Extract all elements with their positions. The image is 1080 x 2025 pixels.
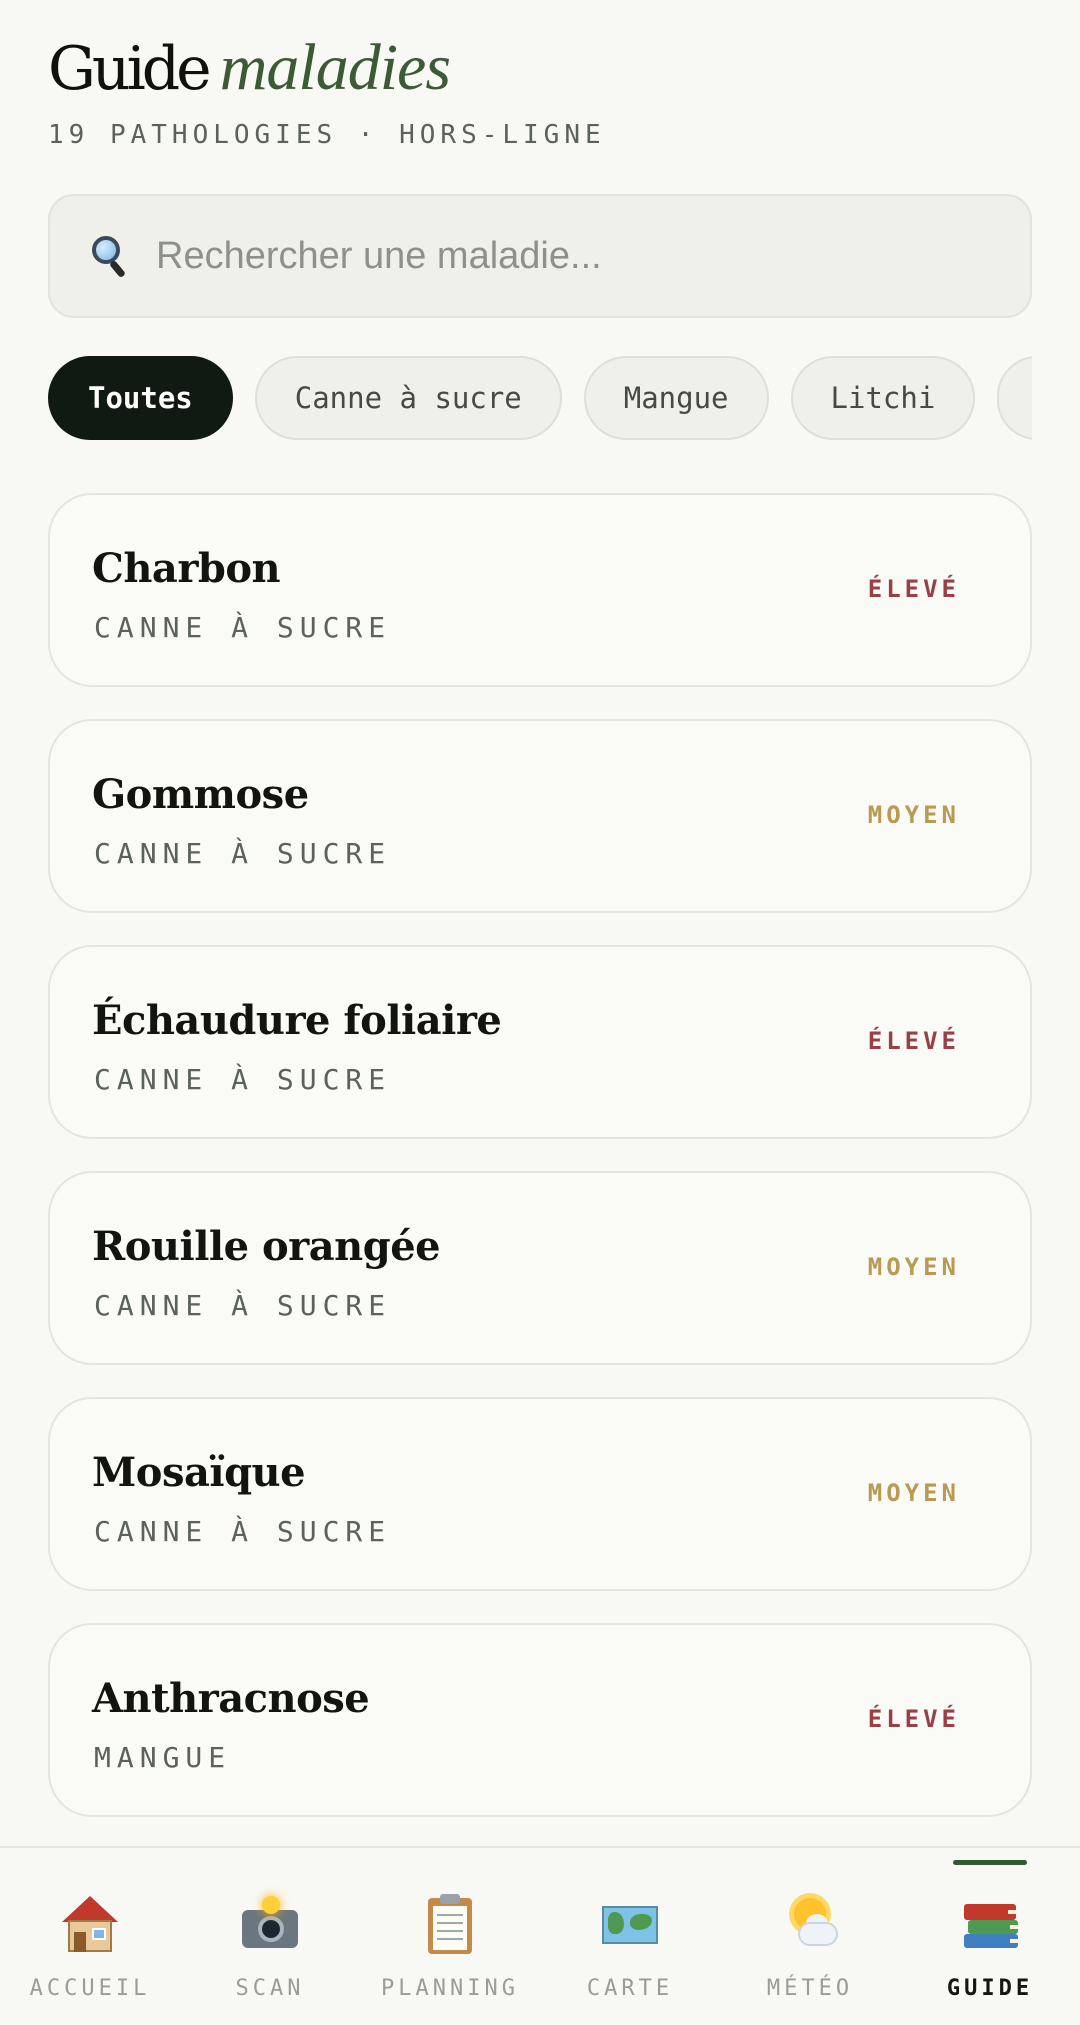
world-map-icon (600, 1894, 660, 1954)
risk-level-badge: MOYEN (867, 801, 960, 829)
risk-level-badge: ÉLEVÉ (867, 1027, 960, 1055)
filter-chip-canne-a-sucre[interactable]: Canne à sucre (254, 356, 562, 440)
disease-crop: CANNE À SUCRE (94, 611, 392, 644)
disease-crop: CANNE À SUCRE (94, 837, 392, 870)
nav-item-carte[interactable]: CARTE (540, 1848, 720, 2025)
disease-name: Charbon (92, 545, 281, 592)
camera-flash-icon (240, 1894, 300, 1954)
disease-card-gommose[interactable]: Gommose CANNE À SUCRE MOYEN (48, 719, 1032, 913)
filter-chip-partial[interactable] (997, 356, 1032, 440)
page-header: Guide maladies 19 PATHOLOGIES · HORS-LIG… (48, 30, 606, 150)
nav-label: GUIDE (946, 1976, 1034, 2001)
filter-chips: Toutes Canne à sucre Mangue Litchi (48, 356, 1032, 440)
nav-label: SCAN (235, 1976, 305, 2001)
filter-chip-toutes[interactable]: Toutes (48, 356, 233, 440)
nav-label: PLANNING (381, 1976, 519, 2001)
disease-name: Anthracnose (92, 1675, 370, 1722)
risk-level-badge: MOYEN (867, 1253, 960, 1281)
nav-item-planning[interactable]: PLANNING (360, 1848, 540, 2025)
disease-crop: CANNE À SUCRE (94, 1289, 392, 1322)
disease-list: Charbon CANNE À SUCRE ÉLEVÉ Gommose CANN… (48, 493, 1032, 1849)
disease-crop: CANNE À SUCRE (94, 1515, 392, 1548)
sun-behind-cloud-icon (780, 1894, 840, 1954)
disease-card-mosaique[interactable]: Mosaïque CANNE À SUCRE MOYEN (48, 1397, 1032, 1591)
filter-chip-litchi[interactable]: Litchi (790, 356, 976, 440)
bottom-navigation: ACCUEIL SCAN PLANNING CARTE MÉTÉO GUIDE (0, 1846, 1080, 2025)
title-main: Guide (48, 34, 212, 104)
risk-level-badge: ÉLEVÉ (867, 575, 960, 603)
page-title: Guide maladies (48, 30, 606, 106)
nav-label: ACCUEIL (29, 1976, 151, 2001)
disease-card-echaudure-foliaire[interactable]: Échaudure foliaire CANNE À SUCRE ÉLEVÉ (48, 945, 1032, 1139)
books-icon (960, 1894, 1020, 1954)
nav-item-guide[interactable]: GUIDE (900, 1848, 1080, 2025)
disease-card-charbon[interactable]: Charbon CANNE À SUCRE ÉLEVÉ (48, 493, 1032, 687)
disease-name: Rouille orangée (92, 1223, 441, 1270)
nav-item-accueil[interactable]: ACCUEIL (0, 1848, 180, 2025)
active-tab-indicator (953, 1860, 1027, 1865)
search-bar[interactable] (48, 194, 1032, 318)
title-accent: maladies (219, 31, 451, 104)
disease-name: Gommose (92, 771, 309, 818)
page-subtitle: 19 PATHOLOGIES · HORS-LIGNE (48, 120, 606, 150)
search-input[interactable] (156, 234, 956, 278)
magnifier-icon (90, 234, 130, 279)
guide-page: Guide maladies 19 PATHOLOGIES · HORS-LIG… (0, 0, 1080, 2025)
disease-crop: CANNE À SUCRE (94, 1063, 392, 1096)
disease-card-rouille-orangee[interactable]: Rouille orangée CANNE À SUCRE MOYEN (48, 1171, 1032, 1365)
clipboard-icon (420, 1894, 480, 1954)
risk-level-badge: MOYEN (867, 1479, 960, 1507)
disease-crop: MANGUE (94, 1741, 232, 1774)
disease-name: Mosaïque (92, 1449, 306, 1496)
nav-label: MÉTÉO (766, 1976, 854, 2001)
disease-card-anthracnose[interactable]: Anthracnose MANGUE ÉLEVÉ (48, 1623, 1032, 1817)
nav-item-meteo[interactable]: MÉTÉO (720, 1848, 900, 2025)
nav-item-scan[interactable]: SCAN (180, 1848, 360, 2025)
nav-label: CARTE (586, 1976, 674, 2001)
filter-chip-mangue[interactable]: Mangue (583, 356, 769, 440)
disease-name: Échaudure foliaire (92, 997, 502, 1044)
risk-level-badge: ÉLEVÉ (867, 1705, 960, 1733)
house-icon (60, 1894, 120, 1954)
